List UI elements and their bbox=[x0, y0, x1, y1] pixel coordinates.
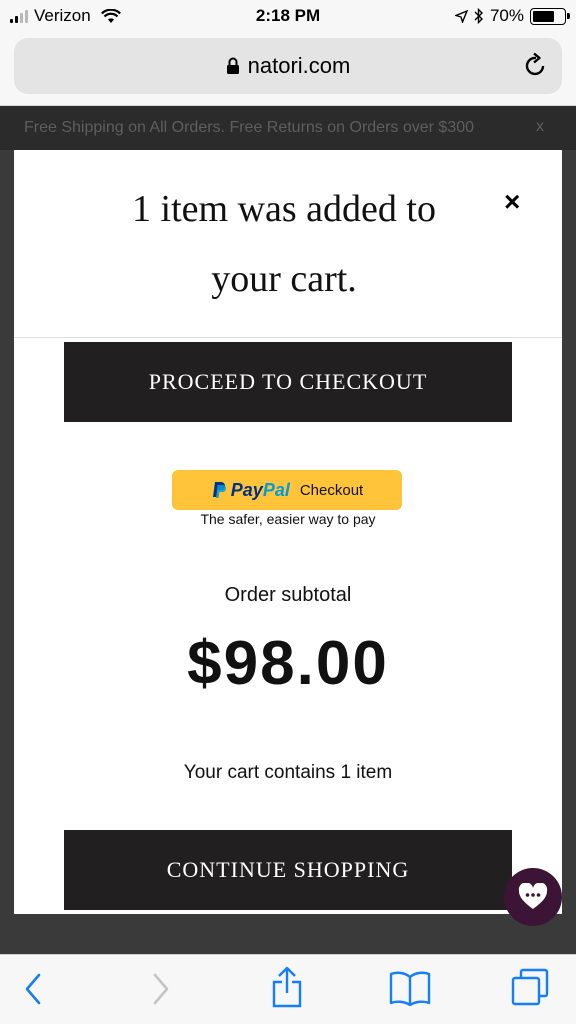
battery-icon bbox=[530, 7, 570, 25]
heart-chat-icon bbox=[518, 883, 548, 909]
tabs-icon[interactable] bbox=[510, 967, 550, 1007]
order-subtotal-amount: $98.00 bbox=[187, 629, 389, 698]
paypal-logo: Pay Pal bbox=[211, 480, 290, 501]
location-arrow-icon bbox=[454, 9, 468, 23]
safari-toolbar bbox=[0, 954, 576, 1024]
promo-banner: Free Shipping on All Orders. Free Return… bbox=[0, 106, 576, 150]
modal-header: 1 item was added to your cart. × bbox=[14, 150, 562, 338]
cart-item-count: Your cart contains 1 item bbox=[183, 762, 393, 783]
promo-close-button[interactable]: x bbox=[536, 118, 544, 136]
browser-chrome: natori.com bbox=[0, 34, 576, 106]
paypal-checkout-button[interactable]: Pay Pal Checkout bbox=[172, 470, 402, 510]
lock-icon bbox=[226, 57, 239, 74]
paypal-checkout-label: Checkout bbox=[299, 481, 364, 499]
added-to-cart-modal: 1 item was added to your cart. × PROCEED… bbox=[14, 150, 562, 914]
status-right: 70% bbox=[454, 6, 570, 26]
order-subtotal-label: Order subtotal bbox=[224, 584, 352, 606]
proceed-to-checkout-button[interactable]: PROCEED TO CHECKOUT bbox=[64, 342, 512, 422]
status-bar: Verizon 2:18 PM 70% bbox=[0, 0, 576, 34]
continue-shopping-button[interactable]: CONTINUE SHOPPING bbox=[64, 830, 512, 910]
url-display[interactable]: natori.com bbox=[14, 53, 562, 79]
address-bar[interactable]: natori.com bbox=[14, 38, 562, 94]
paypal-tagline: The safer, easier way to pay bbox=[200, 511, 376, 527]
chevron-left-icon[interactable] bbox=[22, 971, 44, 1007]
book-icon[interactable] bbox=[388, 969, 432, 1007]
promo-text: Free Shipping on All Orders. Free Return… bbox=[24, 119, 474, 136]
modal-title-line1: 1 item was added to bbox=[132, 188, 436, 230]
chat-button[interactable] bbox=[504, 868, 562, 926]
paypal-pay-text: Pay bbox=[230, 479, 263, 500]
reload-icon[interactable] bbox=[524, 52, 548, 78]
url-text: natori.com bbox=[247, 53, 351, 78]
close-icon[interactable]: × bbox=[504, 186, 520, 218]
chevron-right-icon[interactable] bbox=[150, 971, 172, 1007]
modal-title: 1 item was added to your cart. bbox=[74, 174, 494, 314]
share-icon[interactable] bbox=[270, 965, 304, 1009]
modal-title-line2: your cart. bbox=[211, 258, 357, 300]
battery-percent: 70% bbox=[489, 6, 524, 25]
bluetooth-icon bbox=[474, 8, 483, 24]
paypal-p-icon bbox=[212, 482, 226, 498]
paypal-pal-text: Pal bbox=[262, 479, 290, 500]
